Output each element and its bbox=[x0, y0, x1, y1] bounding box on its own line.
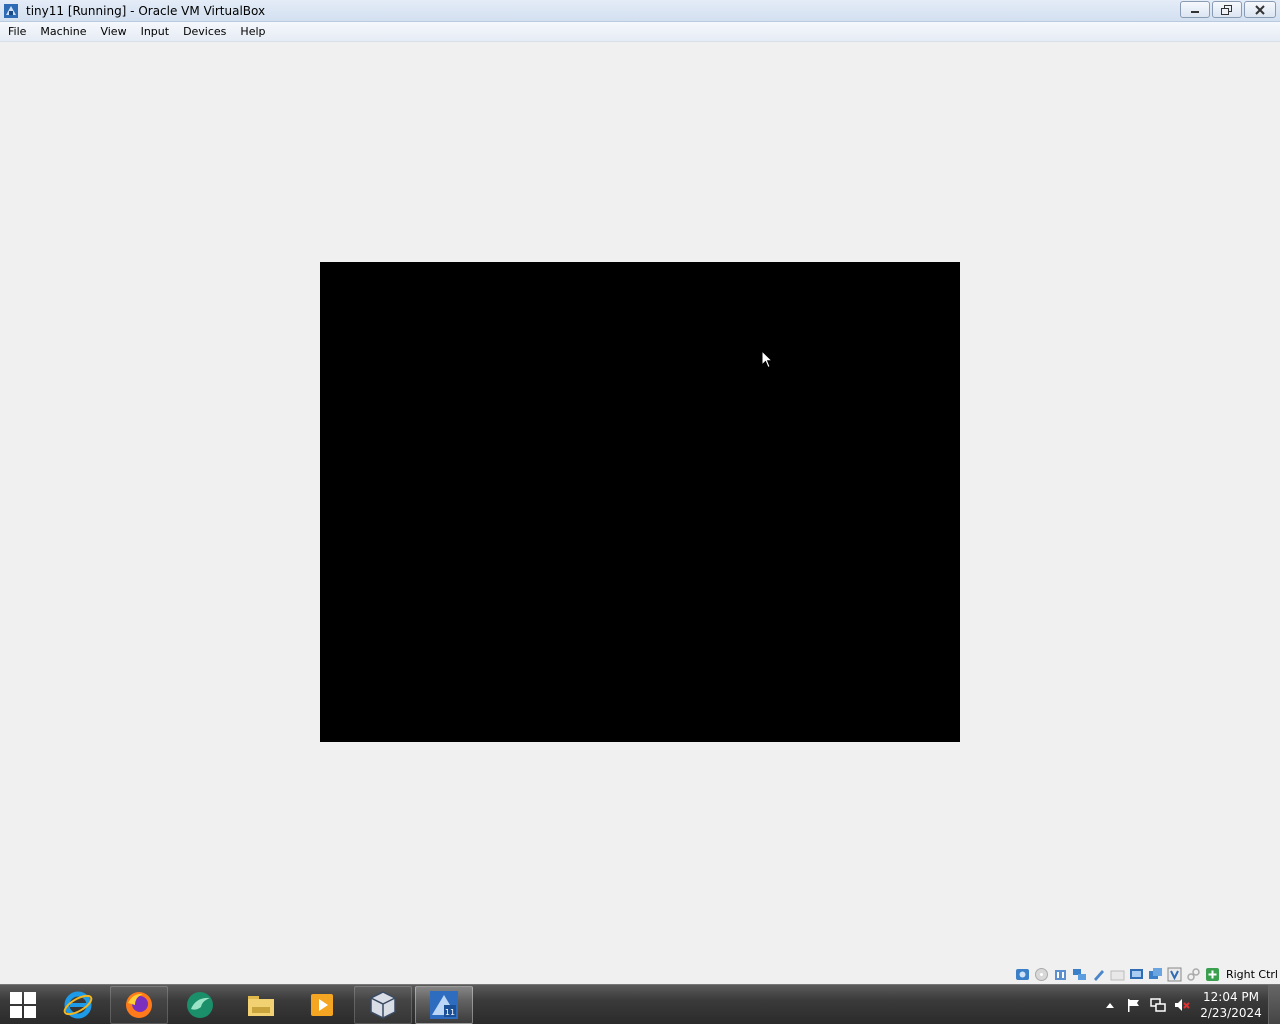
restore-icon bbox=[1221, 4, 1232, 15]
video-capture-icon[interactable] bbox=[1148, 967, 1163, 982]
taskbar-virtualbox-manager[interactable] bbox=[354, 985, 412, 1024]
windows-logo-icon bbox=[10, 991, 36, 1018]
taskbar-virtualbox-vm[interactable]: 11 bbox=[415, 985, 473, 1024]
window-title: tiny11 [Running] - Oracle VM VirtualBox bbox=[26, 3, 266, 18]
clock-date: 2/23/2024 bbox=[1200, 1006, 1262, 1020]
display-icon[interactable] bbox=[1129, 967, 1144, 982]
bird-app-icon bbox=[187, 991, 213, 1018]
virtualization-icon[interactable] bbox=[1167, 967, 1182, 982]
mouse-pointer-icon bbox=[761, 350, 774, 369]
vm-window-icon: 11 bbox=[430, 990, 458, 1019]
volume-muted-icon[interactable] bbox=[1174, 997, 1190, 1013]
usb-icon[interactable] bbox=[1091, 967, 1106, 982]
clock-time: 12:04 PM bbox=[1203, 990, 1259, 1004]
close-icon bbox=[1255, 4, 1265, 15]
clock[interactable]: 12:04 PM 2/23/2024 bbox=[1198, 989, 1264, 1021]
menu-file[interactable]: File bbox=[1, 22, 33, 42]
restore-button[interactable] bbox=[1212, 1, 1242, 18]
mouse-integration-icon[interactable] bbox=[1186, 967, 1201, 982]
taskbar-file-explorer[interactable] bbox=[232, 986, 290, 1024]
action-center-flag-icon[interactable] bbox=[1126, 997, 1142, 1013]
network-icon[interactable] bbox=[1072, 967, 1087, 982]
menu-view[interactable]: View bbox=[93, 22, 133, 42]
virtualbox-icon bbox=[3, 3, 19, 19]
minimize-button[interactable] bbox=[1180, 1, 1210, 18]
menu-devices[interactable]: Devices bbox=[176, 22, 233, 42]
internet-explorer-icon bbox=[63, 991, 93, 1018]
host-key-label: Right Ctrl bbox=[1225, 967, 1278, 981]
menu-bar: File Machine View Input Devices Help bbox=[0, 22, 1280, 42]
show-desktop-button[interactable] bbox=[1268, 985, 1280, 1024]
hard-disk-icon[interactable] bbox=[1015, 967, 1030, 982]
network-tray-icon[interactable] bbox=[1150, 997, 1166, 1013]
title-bar: tiny11 [Running] - Oracle VM VirtualBox bbox=[0, 0, 1280, 22]
folder-icon bbox=[248, 995, 274, 1016]
audio-icon[interactable] bbox=[1053, 967, 1068, 982]
system-tray: 12:04 PM 2/23/2024 bbox=[1098, 985, 1280, 1024]
taskbar-internet-explorer[interactable] bbox=[49, 986, 107, 1024]
svg-text:11: 11 bbox=[445, 1008, 455, 1017]
vm-status-bar: Right Ctrl bbox=[1015, 964, 1280, 984]
keyboard-icon[interactable] bbox=[1205, 967, 1220, 982]
virtualbox-manager-icon bbox=[370, 990, 396, 1019]
taskbar-firefox[interactable] bbox=[110, 985, 168, 1024]
firefox-icon bbox=[126, 991, 152, 1018]
media-player-icon bbox=[311, 993, 333, 1016]
optical-drive-icon[interactable] bbox=[1034, 967, 1049, 982]
menu-machine[interactable]: Machine bbox=[33, 22, 93, 42]
shared-folders-icon[interactable] bbox=[1110, 967, 1125, 982]
taskbar-media-player[interactable] bbox=[293, 986, 351, 1024]
start-button[interactable] bbox=[0, 985, 46, 1024]
vm-display[interactable] bbox=[320, 262, 960, 742]
minimize-icon bbox=[1191, 10, 1199, 13]
taskbar: 11 12:04 PM 2/23/2024 bbox=[0, 984, 1280, 1024]
menu-input[interactable]: Input bbox=[134, 22, 176, 42]
show-hidden-icons-icon[interactable] bbox=[1102, 997, 1118, 1013]
taskbar-bird-app[interactable] bbox=[171, 986, 229, 1024]
menu-help[interactable]: Help bbox=[233, 22, 272, 42]
close-button[interactable] bbox=[1244, 1, 1276, 18]
